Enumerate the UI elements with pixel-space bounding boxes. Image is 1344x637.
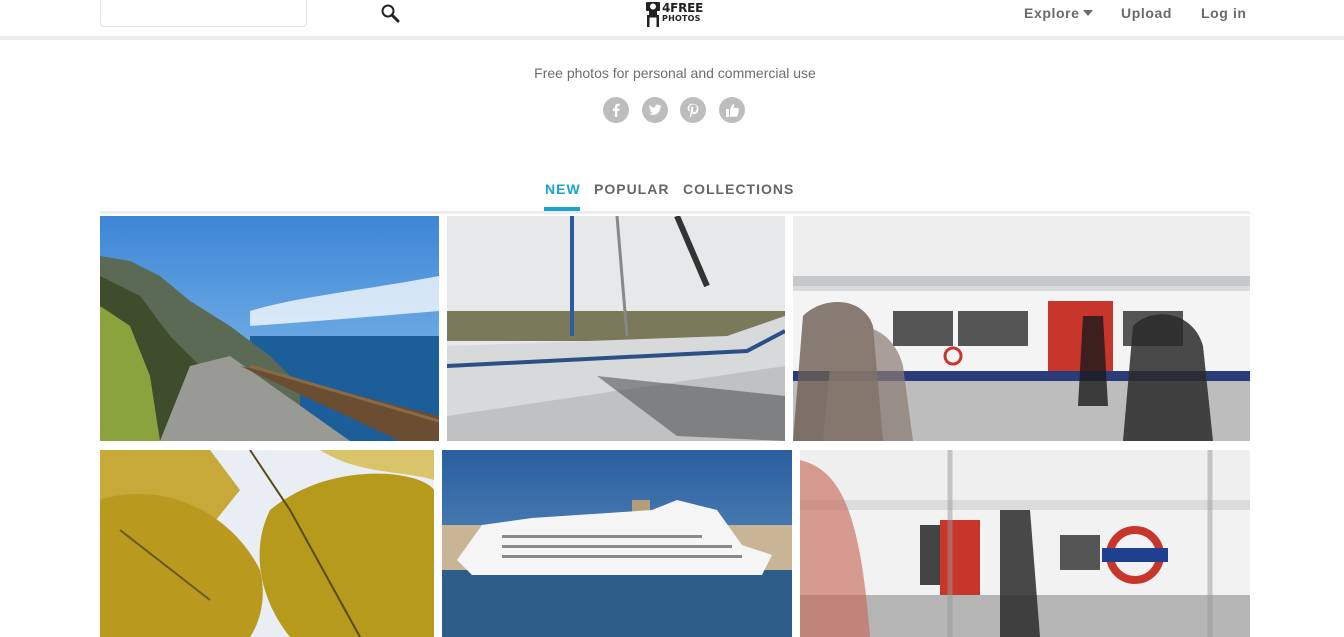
twitter-icon[interactable] xyxy=(642,97,668,123)
tab-new[interactable]: NEW xyxy=(545,181,581,197)
tagline: Free photos for personal and commercial … xyxy=(534,65,816,81)
logo-subtext: PHOTOS xyxy=(662,14,701,23)
logo-text: 4FREE xyxy=(662,1,704,15)
header-divider xyxy=(0,36,1344,40)
search-box[interactable] xyxy=(100,0,400,27)
coastal-road-photo[interactable] xyxy=(100,216,439,441)
pinterest-icon[interactable] xyxy=(680,97,706,123)
nav-explore[interactable]: Explore xyxy=(1024,5,1093,21)
tab-collections[interactable]: COLLECTIONS xyxy=(683,181,794,197)
facebook-icon[interactable] xyxy=(603,97,629,123)
autumn-leaves-photo[interactable] xyxy=(100,450,434,637)
site-logo[interactable]: 4FREE PHOTOS xyxy=(644,0,710,28)
cruise-ship-photo[interactable] xyxy=(442,450,792,637)
underground-train-photo[interactable] xyxy=(800,450,1250,637)
logo-camera-icon xyxy=(646,2,660,27)
subway-platform-photo[interactable] xyxy=(793,216,1250,441)
tab-popular[interactable]: POPULAR xyxy=(594,181,669,197)
nav-upload[interactable]: Upload xyxy=(1121,5,1172,21)
search-icon[interactable] xyxy=(380,3,400,23)
sailboat-photo[interactable] xyxy=(447,216,785,441)
nav-login[interactable]: Log in xyxy=(1201,5,1247,21)
site-header: 4FREE PHOTOS Explore Upload Log in xyxy=(0,0,1344,36)
search-input[interactable] xyxy=(107,3,277,23)
thumbs-up-icon[interactable] xyxy=(719,97,745,123)
tabs-divider xyxy=(100,211,1250,214)
chevron-down-icon xyxy=(1082,10,1093,16)
nav-explore-label: Explore xyxy=(1024,5,1080,21)
